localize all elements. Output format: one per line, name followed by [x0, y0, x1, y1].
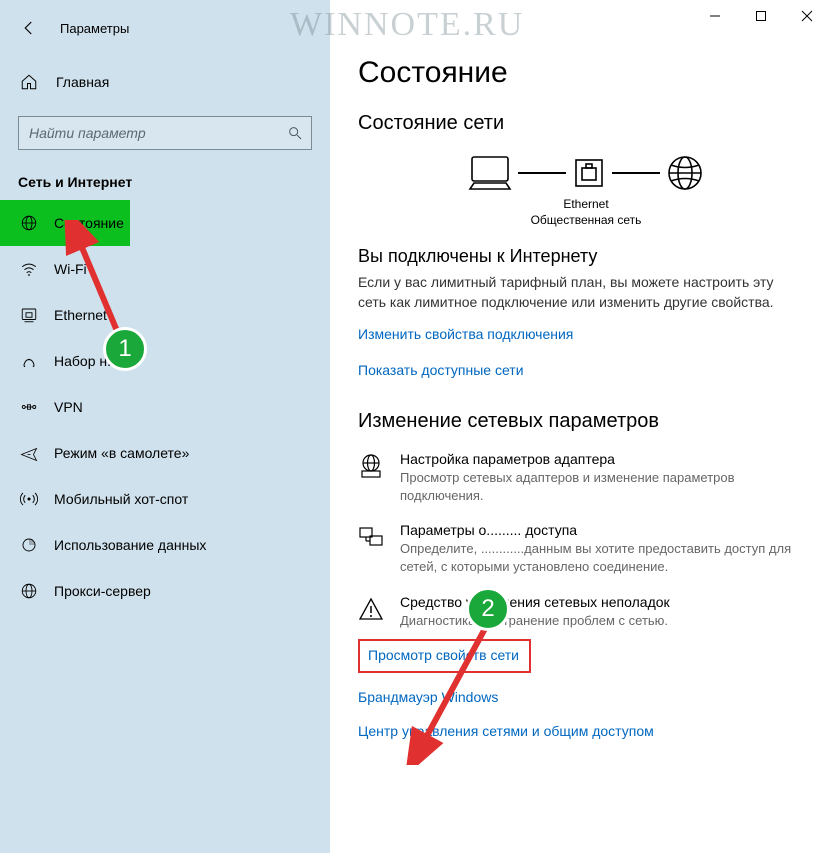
sharing-icon: [358, 524, 386, 575]
warning-icon: [358, 596, 386, 630]
dialup-icon: [18, 350, 40, 372]
nav-label: Ethernet: [54, 307, 107, 323]
home-button[interactable]: Главная: [0, 62, 330, 102]
search-icon: [287, 125, 303, 141]
link-change-props[interactable]: Изменить свойства подключения: [358, 326, 573, 342]
nav-label: Мобильный хот-спот: [54, 491, 188, 507]
option-troubleshoot[interactable]: Средство устранения сетевых неполадок Ди…: [358, 594, 814, 630]
proxy-icon: [18, 580, 40, 602]
datausage-icon: [18, 534, 40, 556]
adapter-icon: [358, 453, 386, 504]
option-title: Параметры о......... доступа: [400, 522, 800, 538]
diagram-eth-label: Ethernet: [358, 197, 814, 213]
nav-label: Режим «в самолете»: [54, 445, 189, 461]
nav-label: Прокси-сервер: [54, 583, 151, 599]
link-show-nets[interactable]: Показать доступные сети: [358, 362, 524, 378]
globe-icon: [18, 212, 40, 234]
pc-icon: [468, 153, 512, 193]
diagram-eth-sub: Общественная сеть: [358, 213, 814, 229]
search-input[interactable]: [29, 125, 287, 141]
diagram-line: [612, 172, 660, 174]
change-heading: Изменение сетевых параметров: [358, 410, 814, 433]
minimize-button[interactable]: [692, 0, 738, 32]
nav-list: Состояние Wi-Fi Ethernet Набор н...: [0, 200, 330, 614]
vpn-icon: [18, 396, 40, 418]
maximize-button[interactable]: [738, 0, 784, 32]
window-title: Параметры: [60, 21, 129, 36]
nav-label: Состояние: [54, 215, 124, 231]
search-box[interactable]: [18, 116, 312, 150]
nav-item-datausage[interactable]: Использование данных: [0, 522, 330, 568]
connected-title: Вы подключены к Интернету: [358, 246, 814, 267]
nav-item-status[interactable]: Состояние: [0, 200, 130, 246]
connected-body: Если у вас лимитный тарифный план, вы мо…: [358, 273, 798, 312]
nav-item-vpn[interactable]: VPN: [0, 384, 330, 430]
network-diagram: [358, 153, 814, 193]
link-firewall[interactable]: Брандмауэр Windows: [358, 689, 498, 705]
hotspot-icon: [18, 488, 40, 510]
window-controls: [692, 0, 830, 32]
nav-label: VPN: [54, 399, 83, 415]
home-label: Главная: [56, 74, 109, 90]
nav-item-proxy[interactable]: Прокси-сервер: [0, 568, 330, 614]
option-desc: Просмотр сетевых адаптеров и изменение п…: [400, 469, 800, 504]
nav-item-dialup[interactable]: Набор н...: [0, 338, 330, 384]
link-view-props[interactable]: Просмотр свойств сети: [368, 647, 519, 663]
page-title: Состояние: [358, 56, 814, 90]
internet-globe-icon: [666, 154, 704, 192]
option-title: Настройка параметров адаптера: [400, 451, 800, 467]
nav-item-hotspot[interactable]: Мобильный хот-спот: [0, 476, 330, 522]
annotation-badge-1: 1: [103, 327, 147, 371]
link-control-panel[interactable]: Центр управления сетями и общим доступом: [358, 723, 654, 739]
home-icon: [20, 73, 38, 91]
option-sharing[interactable]: Параметры о......... доступа Определите,…: [358, 522, 814, 575]
annotation-badge-2: 2: [466, 587, 510, 631]
titlebar: Параметры: [0, 8, 330, 48]
sidebar: Параметры Главная Сеть и Интернет Состоя…: [0, 0, 330, 853]
diagram-caption: Ethernet Общественная сеть: [358, 197, 814, 228]
nav-item-ethernet[interactable]: Ethernet: [0, 292, 330, 338]
highlight-box: Просмотр свойств сети: [358, 639, 531, 673]
option-title: Средство устранения сетевых неполадок: [400, 594, 670, 610]
option-desc: Диагностика и устранение проблем с сетью…: [400, 612, 670, 630]
nav-label: Wi-Fi: [54, 261, 87, 277]
close-button[interactable]: [784, 0, 830, 32]
diagram-line: [518, 172, 566, 174]
status-heading: Состояние сети: [358, 112, 814, 135]
nav-label: Использование данных: [54, 537, 206, 553]
airplane-icon: [18, 442, 40, 464]
nav-item-wifi[interactable]: Wi-Fi: [0, 246, 330, 292]
category-title: Сеть и Интернет: [18, 174, 330, 190]
main-content: Состояние Состояние сети Ethernet Общест…: [330, 0, 830, 853]
wifi-icon: [18, 258, 40, 280]
option-adapter[interactable]: Настройка параметров адаптера Просмотр с…: [358, 451, 814, 504]
ethernet-icon: [18, 304, 40, 326]
back-button[interactable]: [20, 19, 38, 37]
ethernet-plug-icon: [572, 156, 606, 190]
nav-item-airplane[interactable]: Режим «в самолете»: [0, 430, 330, 476]
option-desc: Определите, ............данным вы хотите…: [400, 540, 800, 575]
